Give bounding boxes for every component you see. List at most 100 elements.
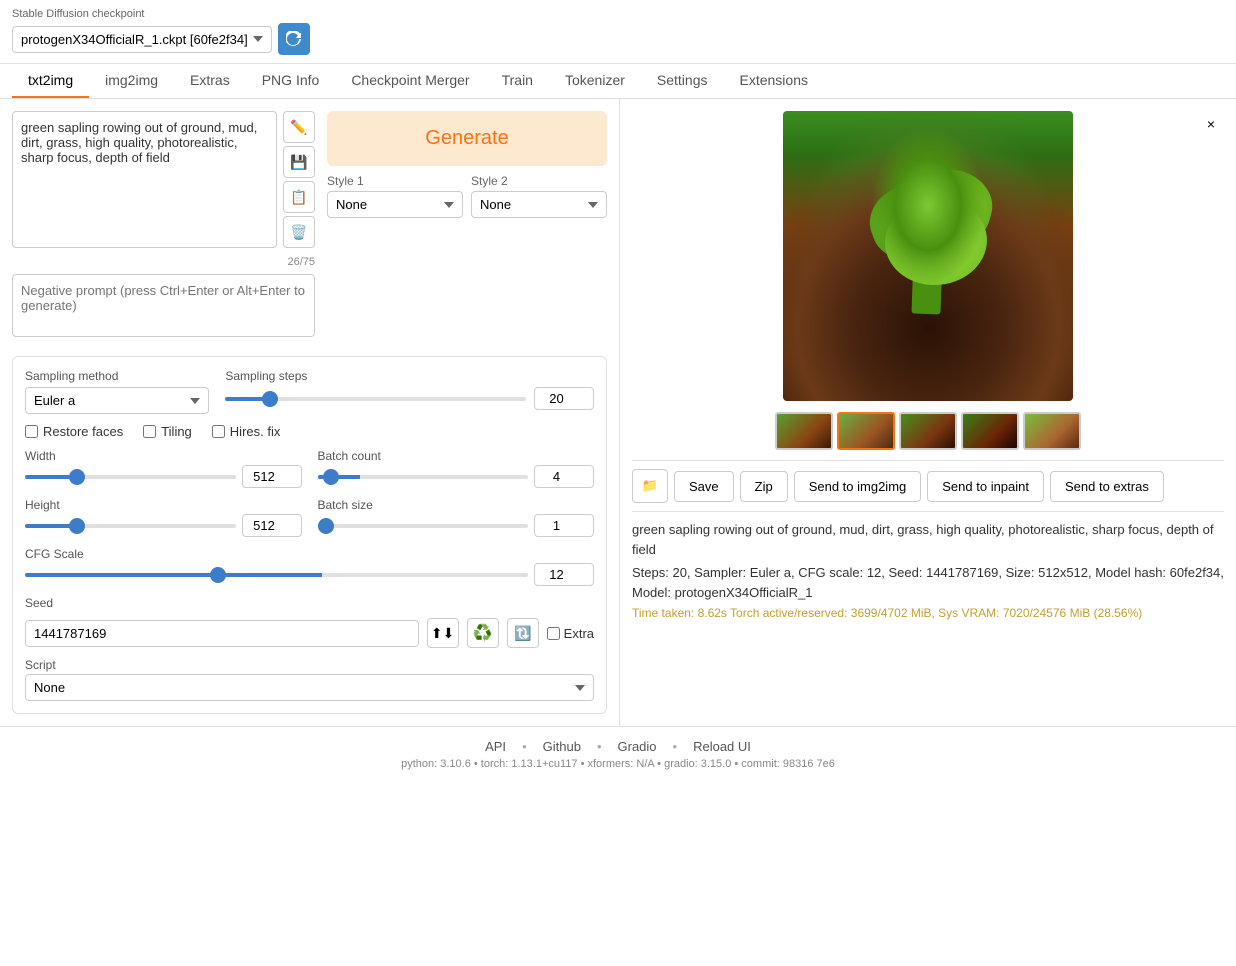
sampling-steps-input[interactable] [534, 387, 594, 410]
plant-leaf-right [897, 159, 1000, 252]
style1-group: Style 1 None [327, 174, 463, 218]
batch-count-label: Batch count [318, 449, 595, 463]
seed-reuse-button[interactable]: 🔃 [507, 618, 539, 648]
prompt-action-buttons: ✏️ 💾 📋 🗑️ [283, 111, 315, 248]
height-input[interactable] [242, 514, 302, 537]
output-info: green sapling rowing out of ground, mud,… [632, 520, 1224, 620]
style1-select[interactable]: None [327, 191, 463, 218]
negative-prompt-area [12, 274, 315, 340]
footer-meta: python: 3.10.6 • torch: 1.13.1+cu117 • x… [12, 758, 1224, 770]
checkpoint-label: Stable Diffusion checkpoint [12, 8, 310, 20]
batch-count-slider[interactable] [318, 475, 529, 479]
tab-extensions[interactable]: Extensions [724, 64, 824, 98]
batch-size-slider[interactable] [318, 524, 529, 528]
footer-link-gradio[interactable]: Gradio [618, 739, 657, 754]
separator-1: • [522, 739, 527, 754]
tab-img2img[interactable]: img2img [89, 64, 174, 98]
footer-link-github[interactable]: Github [543, 739, 581, 754]
tab-png-info[interactable]: PNG Info [246, 64, 336, 98]
tab-settings[interactable]: Settings [641, 64, 724, 98]
seed-input[interactable] [25, 620, 419, 647]
thumbnail-2[interactable] [837, 412, 895, 450]
restore-faces-input[interactable] [25, 425, 38, 438]
prompt-row: green sapling rowing out of ground, mud,… [12, 111, 315, 248]
separator-3: • [673, 739, 678, 754]
load-prompt-button[interactable]: 📋 [283, 181, 315, 213]
output-info-details: Steps: 20, Sampler: Euler a, CFG scale: … [632, 563, 1224, 602]
width-input[interactable] [242, 465, 302, 488]
save-button[interactable]: Save [674, 471, 734, 502]
batch-size-input[interactable] [534, 514, 594, 537]
edit-prompt-button[interactable]: ✏️ [283, 111, 315, 143]
batch-count-row [318, 465, 595, 488]
seed-recycle-button[interactable]: ♻️ [467, 618, 499, 648]
action-buttons-row: 📁 Save Zip Send to img2img Send to inpai… [632, 460, 1224, 512]
thumbnail-4[interactable] [961, 412, 1019, 450]
thumbnail-1[interactable] [775, 412, 833, 450]
batch-size-row [318, 514, 595, 537]
tab-txt2img[interactable]: txt2img [12, 64, 89, 98]
height-label: Height [25, 498, 302, 512]
height-slider[interactable] [25, 524, 236, 528]
sampling-steps-label: Sampling steps [225, 369, 594, 383]
negative-prompt-input[interactable] [12, 274, 315, 337]
generate-button[interactable]: Generate [327, 111, 607, 166]
send-inpaint-button[interactable]: Send to inpaint [927, 471, 1044, 502]
seed-stepper-button[interactable]: ⬆⬇ [427, 618, 459, 648]
seed-section: Seed ⬆⬇ ♻️ 🔃 Extra [25, 596, 594, 648]
cfg-input[interactable] [534, 563, 594, 586]
zip-button[interactable]: Zip [740, 471, 788, 502]
save-prompt-button[interactable]: 💾 [283, 146, 315, 178]
footer-link-api[interactable]: API [485, 739, 506, 754]
folder-icon: 📁 [642, 478, 659, 494]
style2-select[interactable]: None [471, 191, 607, 218]
width-slider[interactable] [25, 475, 236, 479]
tiling-checkbox[interactable]: Tiling [143, 424, 192, 439]
output-info-text: green sapling rowing out of ground, mud,… [632, 520, 1224, 559]
extra-checkbox[interactable]: Extra [547, 626, 594, 641]
main-content: green sapling rowing out of ground, mud,… [0, 99, 1236, 726]
tiling-input[interactable] [143, 425, 156, 438]
tab-train[interactable]: Train [486, 64, 549, 98]
thumbnail-5[interactable] [1023, 412, 1081, 450]
cfg-slider[interactable] [25, 573, 528, 577]
generate-column: Generate Style 1 None Style 2 None [327, 111, 607, 348]
sampling-method-select[interactable]: Euler a [25, 387, 209, 414]
batch-count-input[interactable] [534, 465, 594, 488]
style2-label: Style 2 [471, 174, 607, 188]
height-slider-row [25, 514, 302, 537]
close-image-button[interactable]: × [1200, 113, 1222, 135]
send-extras-button[interactable]: Send to extras [1050, 471, 1164, 502]
styles-area: Style 1 None Style 2 None [327, 174, 607, 218]
hires-fix-input[interactable] [212, 425, 225, 438]
hires-fix-checkbox[interactable]: Hires. fix [212, 424, 281, 439]
top-area: green sapling rowing out of ground, mud,… [12, 111, 607, 348]
batch-size-group: Batch size [318, 498, 595, 537]
sampling-steps-slider[interactable] [225, 397, 526, 401]
tab-extras[interactable]: Extras [174, 64, 246, 98]
tab-tokenizer[interactable]: Tokenizer [549, 64, 641, 98]
batch-count-group: Batch count [318, 449, 595, 488]
refresh-icon [286, 31, 302, 47]
refresh-button[interactable] [278, 23, 310, 55]
generated-image[interactable] [783, 111, 1073, 401]
top-bar: Stable Diffusion checkpoint protogenX34O… [0, 0, 1236, 64]
footer-link-reload[interactable]: Reload UI [693, 739, 751, 754]
thumbnail-3[interactable] [899, 412, 957, 450]
hires-fix-label: Hires. fix [230, 424, 281, 439]
script-select[interactable]: None [25, 674, 594, 701]
cfg-group: CFG Scale [25, 547, 594, 586]
tab-checkpoint-merger[interactable]: Checkpoint Merger [335, 64, 485, 98]
footer-links: API • Github • Gradio • Reload UI [12, 739, 1224, 754]
plant-leaf-left [860, 171, 967, 269]
extra-input[interactable] [547, 627, 560, 640]
styles-row: Style 1 None Style 2 None [327, 174, 607, 218]
delete-prompt-button[interactable]: 🗑️ [283, 216, 315, 248]
positive-prompt-input[interactable]: green sapling rowing out of ground, mud,… [12, 111, 277, 248]
open-folder-button[interactable]: 📁 [632, 469, 668, 503]
restore-faces-checkbox[interactable]: Restore faces [25, 424, 123, 439]
script-section: Script None [25, 658, 594, 701]
dims-row-1: Width Batch count [25, 449, 594, 488]
send-img2img-button[interactable]: Send to img2img [794, 471, 922, 502]
checkpoint-dropdown[interactable]: protogenX34OfficialR_1.ckpt [60fe2f34] [12, 26, 272, 53]
